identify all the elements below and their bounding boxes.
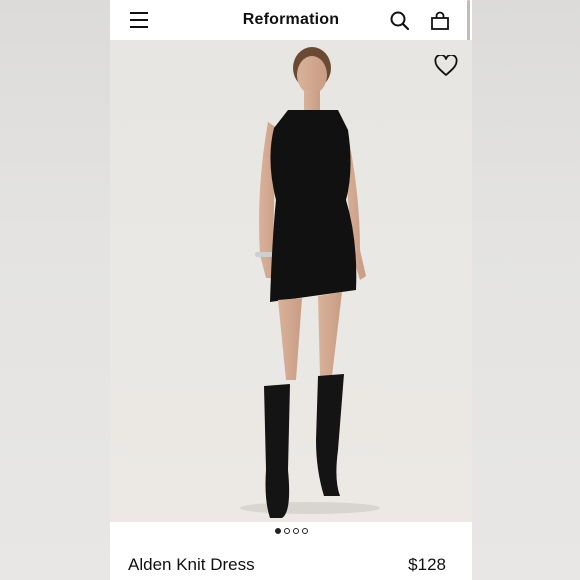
background-left <box>0 0 110 580</box>
pagination-dot-3[interactable] <box>292 528 299 534</box>
product-price: $128 <box>408 555 446 574</box>
shopping-bag-icon[interactable] <box>430 11 450 31</box>
product-name: Alden Knit Dress <box>128 555 255 574</box>
search-icon[interactable] <box>390 11 410 31</box>
pagination-dot-4[interactable] <box>301 528 308 534</box>
top-navigation-bar: Reformation <box>110 0 472 85</box>
pagination-dot-1[interactable] <box>274 528 281 534</box>
product-page: Reformation Alden Knit Dress $128 <box>110 0 472 580</box>
model-photo <box>240 47 380 518</box>
pagination-dot-2[interactable] <box>283 528 290 534</box>
background-right <box>472 0 580 580</box>
heart-outline-icon[interactable] <box>434 55 458 77</box>
product-image[interactable] <box>110 40 472 522</box>
brand-logo[interactable]: Reformation <box>110 11 472 29</box>
image-pagination <box>110 528 472 534</box>
